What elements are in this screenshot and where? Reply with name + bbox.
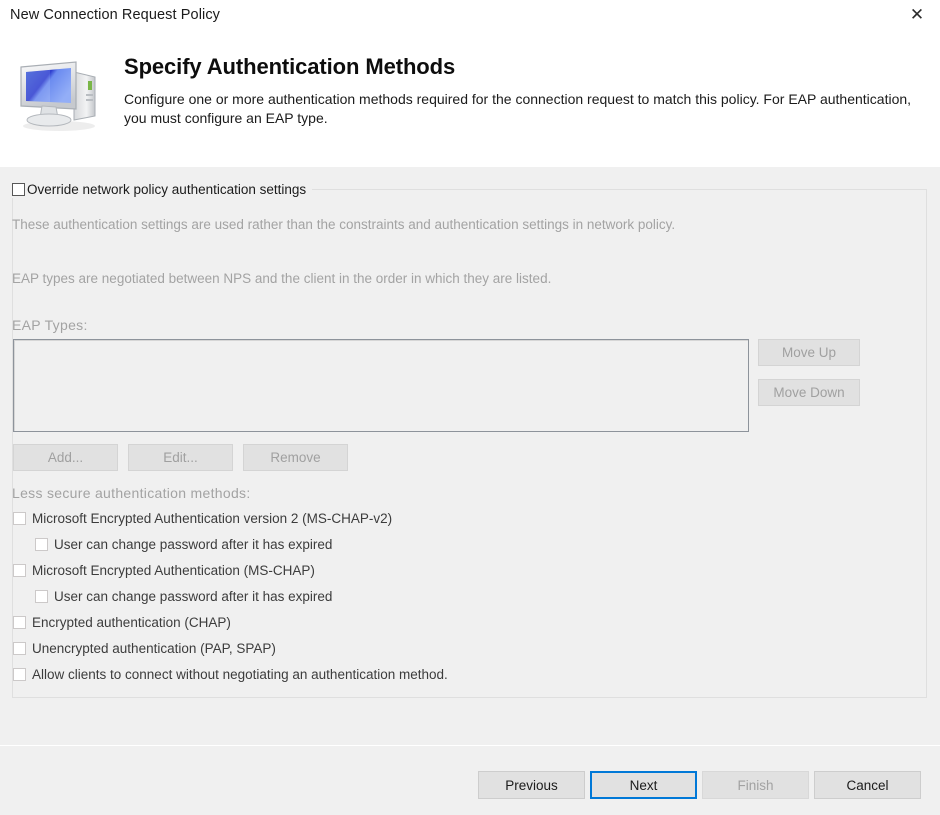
checkbox-label: Microsoft Encrypted Authentication (MS-C… <box>32 563 315 578</box>
close-button[interactable]: ✕ <box>894 0 940 31</box>
checkbox-indicator <box>13 616 26 629</box>
override-network-policy-label: Override network policy authentication s… <box>27 181 307 197</box>
wizard-body: Override network policy authentication s… <box>0 167 940 745</box>
checkbox-indicator <box>13 668 26 681</box>
checkbox-label: Encrypted authentication (CHAP) <box>32 615 231 630</box>
page-title: Specify Authentication Methods <box>124 54 456 79</box>
close-icon: ✕ <box>909 5 925 25</box>
override-network-policy-checkbox[interactable]: Override network policy authentication s… <box>12 180 313 198</box>
checkbox-chap[interactable]: Encrypted authentication (CHAP) <box>13 615 231 630</box>
checkbox-indicator <box>13 564 26 577</box>
checkbox-label: Allow clients to connect without negotia… <box>32 667 448 682</box>
checkbox-indicator <box>35 538 48 551</box>
remove-button[interactable]: Remove <box>243 444 348 471</box>
edit-button[interactable]: Edit... <box>128 444 233 471</box>
move-down-button[interactable]: Move Down <box>758 379 860 406</box>
eap-types-label: EAP Types: <box>12 317 88 333</box>
page-description: Configure one or more authentication met… <box>124 91 912 126</box>
add-button[interactable]: Add... <box>13 444 118 471</box>
checkbox-label: User can change password after it has ex… <box>54 589 333 604</box>
checkbox-label: Microsoft Encrypted Authentication versi… <box>32 511 393 526</box>
cancel-button[interactable]: Cancel <box>814 771 921 799</box>
window-title: New Connection Request Policy <box>10 7 221 23</box>
checkbox-allow-no-authentication[interactable]: Allow clients to connect without negotia… <box>13 667 448 682</box>
checkbox-indicator <box>13 512 26 525</box>
finish-button[interactable]: Finish <box>702 771 809 799</box>
title-bar: New Connection Request Policy ✕ <box>0 0 940 34</box>
computer-monitor-icon <box>12 54 108 134</box>
wizard-header: Specify Authentication Methods Configure… <box>0 34 940 167</box>
checkbox-ms-chap-change-password[interactable]: User can change password after it has ex… <box>35 589 332 604</box>
next-button[interactable]: Next <box>590 771 697 799</box>
checkbox-ms-chap[interactable]: Microsoft Encrypted Authentication (MS-C… <box>13 563 315 578</box>
checkbox-ms-chap-v2[interactable]: Microsoft Encrypted Authentication versi… <box>13 511 392 526</box>
new-connection-request-policy-wizard: New Connection Request Policy ✕ Specify … <box>0 0 940 815</box>
checkbox-label: User can change password after it has ex… <box>54 537 333 552</box>
checkbox-ms-chap-v2-change-password[interactable]: User can change password after it has ex… <box>35 537 332 552</box>
checkbox-label: Unencrypted authentication (PAP, SPAP) <box>32 641 276 656</box>
checkbox-indicator <box>12 182 25 196</box>
eap-order-note-text: EAP types are negotiated between NPS and… <box>12 271 552 286</box>
less-secure-methods-label: Less secure authentication methods: <box>12 485 251 501</box>
settings-note-text: These authentication settings are used r… <box>12 217 676 232</box>
checkbox-indicator <box>13 642 26 655</box>
checkbox-pap-spap[interactable]: Unencrypted authentication (PAP, SPAP) <box>13 641 276 656</box>
wizard-footer: Previous Next Finish Cancel <box>0 746 940 815</box>
eap-types-listbox[interactable] <box>13 339 749 432</box>
checkbox-indicator <box>35 590 48 603</box>
move-up-button[interactable]: Move Up <box>758 339 860 366</box>
previous-button[interactable]: Previous <box>478 771 585 799</box>
